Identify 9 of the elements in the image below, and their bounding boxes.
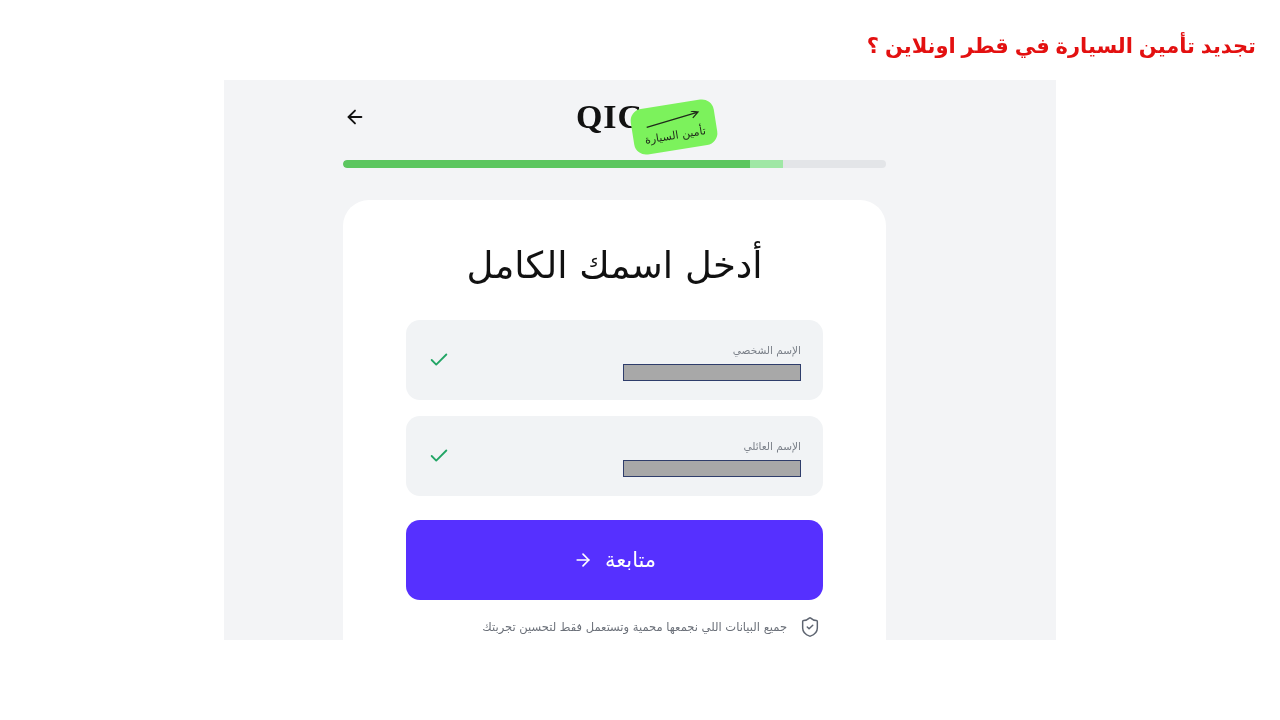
continue-button[interactable]: متابعة bbox=[406, 520, 823, 601]
privacy-note: جميع البيانات اللي نجمعها محمية وتستعمل فقط لتحسين تجربتك bbox=[482, 620, 787, 635]
field-label: الإسم الشخصي bbox=[732, 344, 801, 357]
field-label: الإسم العائلي bbox=[743, 440, 801, 453]
name-field[interactable]: الإسم العائلي bbox=[406, 416, 823, 497]
badge-text: تأمين السيارة bbox=[643, 124, 707, 146]
name-field[interactable]: الإسم الشخصي bbox=[406, 320, 823, 401]
shield-check-icon bbox=[799, 616, 821, 639]
page-title: تجديد تأمين السيارة في قطر اونلاين ؟ bbox=[866, 33, 1256, 59]
